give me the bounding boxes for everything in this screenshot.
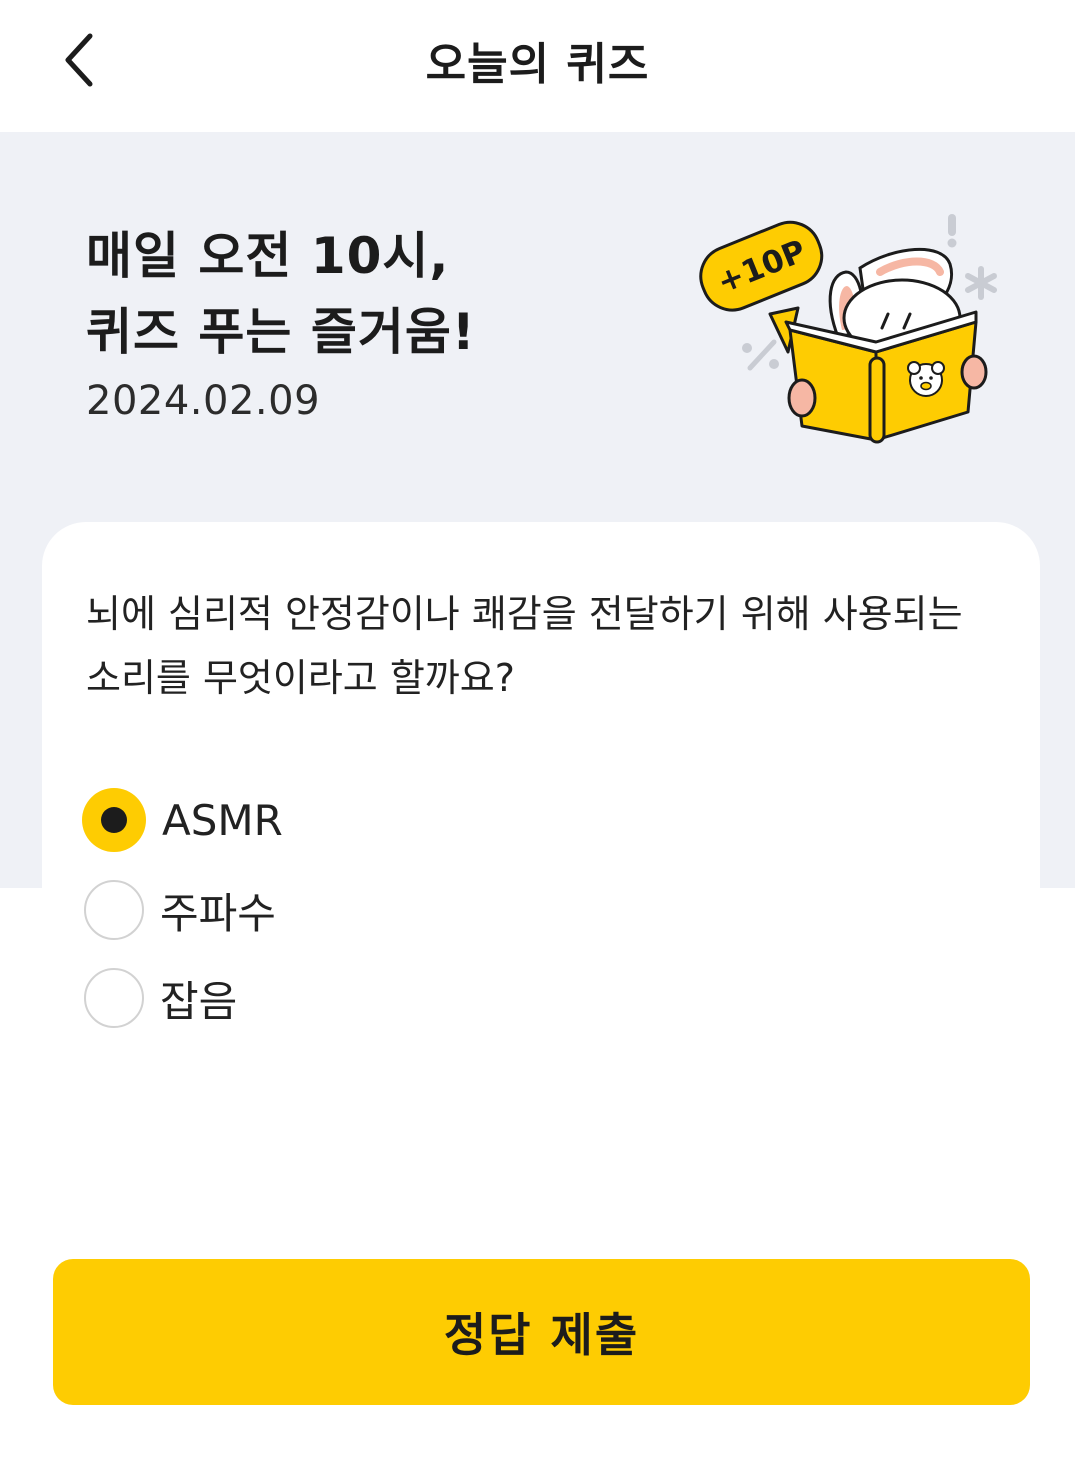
option-asmr[interactable]: ASMR: [82, 788, 283, 852]
quiz-card: 뇌에 심리적 안정감이나 쾌감을 전달하기 위해 사용되는 소리를 무엇이라고 …: [42, 522, 1040, 1122]
option-frequency[interactable]: 주파수: [84, 878, 276, 942]
radio-dot: [101, 807, 127, 833]
hero-headline: 매일 오전 10시, 퀴즈 푸는 즐거움!: [86, 218, 476, 370]
quiz-date: 2024.02.09: [86, 378, 321, 424]
question-text: 뇌에 심리적 안정감이나 쾌감을 전달하기 위해 사용되는 소리를 무엇이라고 …: [86, 592, 963, 700]
radio-button-selected[interactable]: [82, 788, 146, 852]
page-title: 오늘의 퀴즈: [425, 39, 650, 90]
option-noise[interactable]: 잡음: [84, 966, 237, 1030]
percent-decoration: [742, 339, 779, 371]
radio-button[interactable]: [84, 968, 144, 1028]
submit-answer-button[interactable]: 정답 제출: [53, 1259, 1030, 1405]
hero-headline-line2: 퀴즈 푸는 즐거움!: [86, 303, 476, 361]
reading-rabbit-illustration: +10P: [699, 214, 997, 444]
hero-headline-line1: 매일 오전 10시,: [86, 227, 450, 285]
exclamation-mark-decoration: [947, 214, 957, 248]
option-label: ASMR: [162, 795, 283, 845]
option-label: 잡음: [160, 976, 238, 1026]
option-label: 주파수: [160, 888, 276, 938]
asterisk-decoration: [965, 266, 997, 300]
radio-button[interactable]: [84, 880, 144, 940]
app-header: 오늘의 퀴즈: [0, 0, 1075, 132]
